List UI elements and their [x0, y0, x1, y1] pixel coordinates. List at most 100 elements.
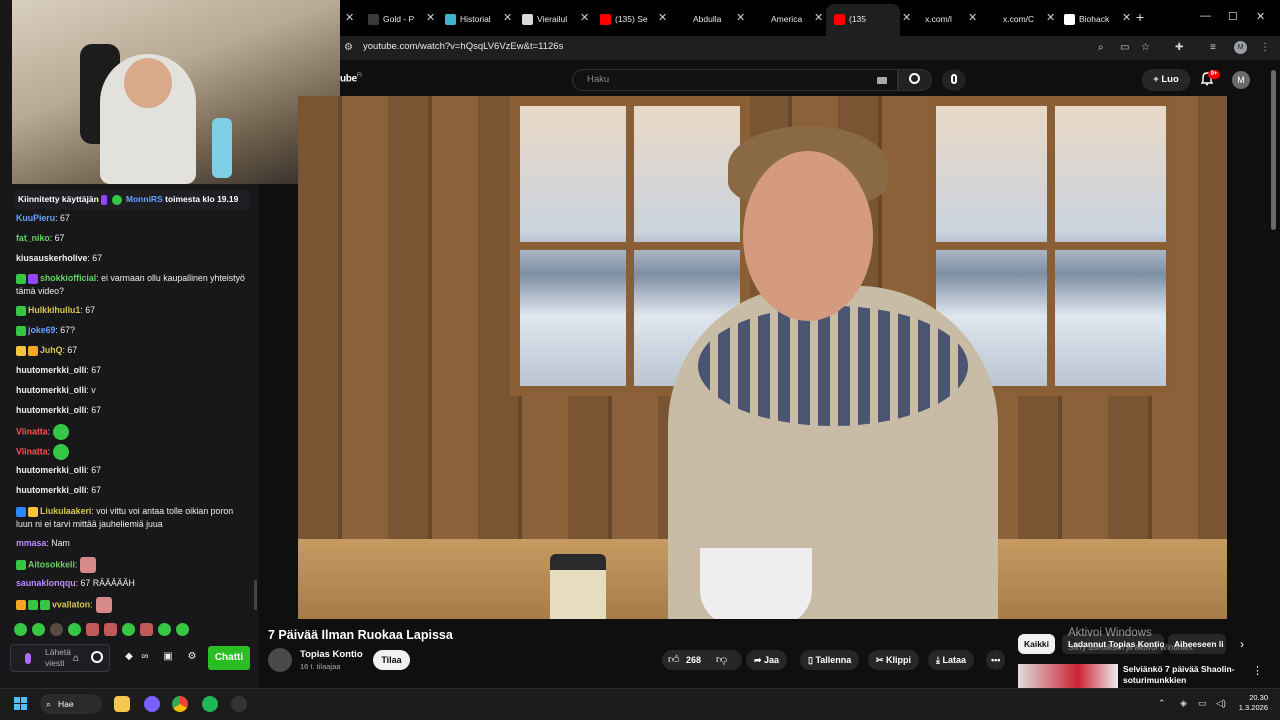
- chat-username[interactable]: saunaklonqqu: [16, 578, 76, 588]
- pinned-user[interactable]: MonniRS: [126, 194, 163, 204]
- download-button[interactable]: ⤓ Lataa: [928, 650, 974, 670]
- chat-badge-icon[interactable]: [16, 560, 26, 570]
- chat-badge-icon[interactable]: [16, 273, 26, 284]
- chat-badge-icon[interactable]: [28, 600, 38, 610]
- chat-username[interactable]: vvallaton: [52, 599, 90, 609]
- subscribe-button[interactable]: Tilaa: [373, 650, 410, 670]
- gift-icon[interactable]: ▣: [161, 651, 175, 665]
- close-window-button[interactable]: ✕: [1256, 10, 1265, 23]
- browser-tab[interactable]: (135) Se: [600, 10, 662, 28]
- tab-close-icon[interactable]: ✕: [1046, 11, 1055, 24]
- tray-app-icon[interactable]: ◈: [1180, 698, 1187, 709]
- taskbar-clock[interactable]: 20.30 1.3.2026: [1236, 693, 1268, 713]
- clip-button[interactable]: ✂ Klippi: [868, 650, 920, 670]
- chat-username[interactable]: fat_niko: [16, 233, 50, 243]
- new-tab-button[interactable]: +: [1136, 9, 1144, 25]
- emote-icon[interactable]: [104, 623, 117, 636]
- tray-overflow-icon[interactable]: ⌃: [1158, 698, 1166, 709]
- channel-avatar[interactable]: [268, 648, 292, 672]
- maximize-button[interactable]: ☐: [1228, 10, 1238, 23]
- browser-tab[interactable]: Historial: [445, 10, 505, 28]
- file-explorer-icon[interactable]: [114, 696, 130, 712]
- chat-username[interactable]: KuuPieru: [16, 213, 55, 223]
- emote-icon[interactable]: [50, 623, 63, 636]
- save-button[interactable]: ▯ Tallenna: [800, 650, 860, 670]
- share-button[interactable]: ➦ Jaa: [746, 650, 788, 670]
- chat-badge-icon[interactable]: [16, 506, 26, 517]
- browser-tab[interactable]: Vierailul: [522, 10, 580, 28]
- chat-username[interactable]: huutomerkki_olli: [16, 365, 86, 375]
- volume-icon[interactable]: ◁): [1216, 698, 1226, 709]
- like-count[interactable]: 268: [686, 655, 701, 665]
- chat-username[interactable]: Viinatta: [16, 426, 48, 436]
- browser-tab[interactable]: Gold - P: [368, 10, 426, 28]
- chat-username[interactable]: huutomerkki_olli: [16, 385, 86, 395]
- chat-username[interactable]: huutomerkki_olli: [16, 465, 86, 475]
- browser-tab[interactable]: (135: [834, 10, 882, 28]
- chat-badge-icon[interactable]: [40, 600, 50, 610]
- chat-username[interactable]: JuhQ: [40, 345, 62, 355]
- more-actions-button[interactable]: •••: [986, 650, 1006, 670]
- chat-badge-icon[interactable]: [16, 325, 26, 336]
- tab-close-icon[interactable]: ✕: [345, 11, 354, 24]
- profile-avatar[interactable]: M: [1234, 41, 1247, 54]
- media-controls-icon[interactable]: ≡: [1210, 42, 1221, 53]
- chat-username[interactable]: Aitosokkeli: [28, 559, 75, 569]
- browser-tab[interactable]: Abdulla: [678, 10, 738, 28]
- install-app-icon[interactable]: ▭: [1120, 42, 1131, 53]
- emote-icon[interactable]: [68, 623, 81, 636]
- emote-icon[interactable]: [14, 623, 27, 636]
- chat-username[interactable]: huutomerkki_olli: [16, 485, 86, 495]
- tab-close-icon[interactable]: ✕: [1122, 11, 1131, 24]
- chat-badge-icon[interactable]: [16, 305, 26, 316]
- emoji-picker-icon[interactable]: [91, 651, 103, 663]
- chat-username[interactable]: mmasa: [16, 538, 46, 548]
- chat-send-button[interactable]: Chatti: [208, 646, 250, 670]
- chat-username[interactable]: kiusauskerholive: [16, 253, 87, 263]
- youtube-logo[interactable]: ubeFI: [340, 73, 362, 84]
- chat-username[interactable]: shokkiofficial: [40, 273, 96, 283]
- emote-icon[interactable]: [176, 623, 189, 636]
- emote-icon[interactable]: [32, 623, 45, 636]
- settings-gear-icon[interactable]: ⚙: [185, 651, 199, 665]
- windows-start-icon[interactable]: [14, 697, 28, 711]
- network-icon[interactable]: ▭: [1198, 698, 1207, 709]
- chat-username[interactable]: Viinatta: [16, 446, 48, 456]
- create-button[interactable]: + Luo: [1142, 69, 1190, 91]
- chat-badge-icon[interactable]: [28, 345, 38, 356]
- obs-icon[interactable]: [231, 696, 247, 712]
- emote-icon[interactable]: [140, 623, 153, 636]
- emote-icon[interactable]: [86, 623, 99, 636]
- at-icon[interactable]: ⌂: [73, 653, 79, 664]
- pinned-message-banner[interactable]: Kiinnitetty käyttäjän MonniRS toimesta k…: [14, 191, 250, 209]
- recommended-more-icon[interactable]: ⋮: [1252, 664, 1263, 677]
- tab-close-icon[interactable]: ✕: [814, 11, 823, 24]
- browser-tab[interactable]: America: [756, 10, 818, 28]
- chat-input[interactable]: Lähetä viesti ⌂: [10, 644, 110, 672]
- keyboard-icon[interactable]: [877, 77, 887, 84]
- minimize-button[interactable]: —: [1200, 10, 1211, 22]
- channel-name[interactable]: Topias Kontio: [300, 649, 363, 660]
- mic-icon[interactable]: [25, 653, 31, 664]
- chat-badge-icon[interactable]: [16, 345, 26, 356]
- chat-badge-icon[interactable]: [28, 506, 38, 517]
- tab-close-icon[interactable]: ✕: [658, 11, 667, 24]
- dislike-icon[interactable]: 👎︎: [716, 653, 727, 666]
- tab-close-icon[interactable]: ✕: [736, 11, 745, 24]
- chat-username[interactable]: Liukulaakeri: [40, 506, 91, 516]
- tab-close-icon[interactable]: ✕: [426, 11, 435, 24]
- browser-tab[interactable]: x.com/l: [910, 10, 970, 28]
- search-button[interactable]: [898, 69, 932, 91]
- browser-menu-icon[interactable]: ⋮: [1260, 42, 1271, 53]
- bookmark-star-icon[interactable]: ☆: [1141, 42, 1152, 53]
- emote-icon[interactable]: [158, 623, 171, 636]
- site-info-icon[interactable]: ⚙: [344, 42, 355, 53]
- extensions-icon[interactable]: ✚: [1175, 42, 1186, 53]
- infinity-icon[interactable]: ∞: [138, 651, 152, 665]
- browser-tab[interactable]: x.com/C: [988, 10, 1048, 28]
- voice-search-button[interactable]: [942, 69, 966, 91]
- search-input[interactable]: Haku: [572, 69, 898, 91]
- account-avatar[interactable]: M: [1232, 71, 1250, 89]
- chat-username[interactable]: Hulkkihullu1: [28, 305, 80, 315]
- bits-icon[interactable]: ◆: [122, 651, 136, 665]
